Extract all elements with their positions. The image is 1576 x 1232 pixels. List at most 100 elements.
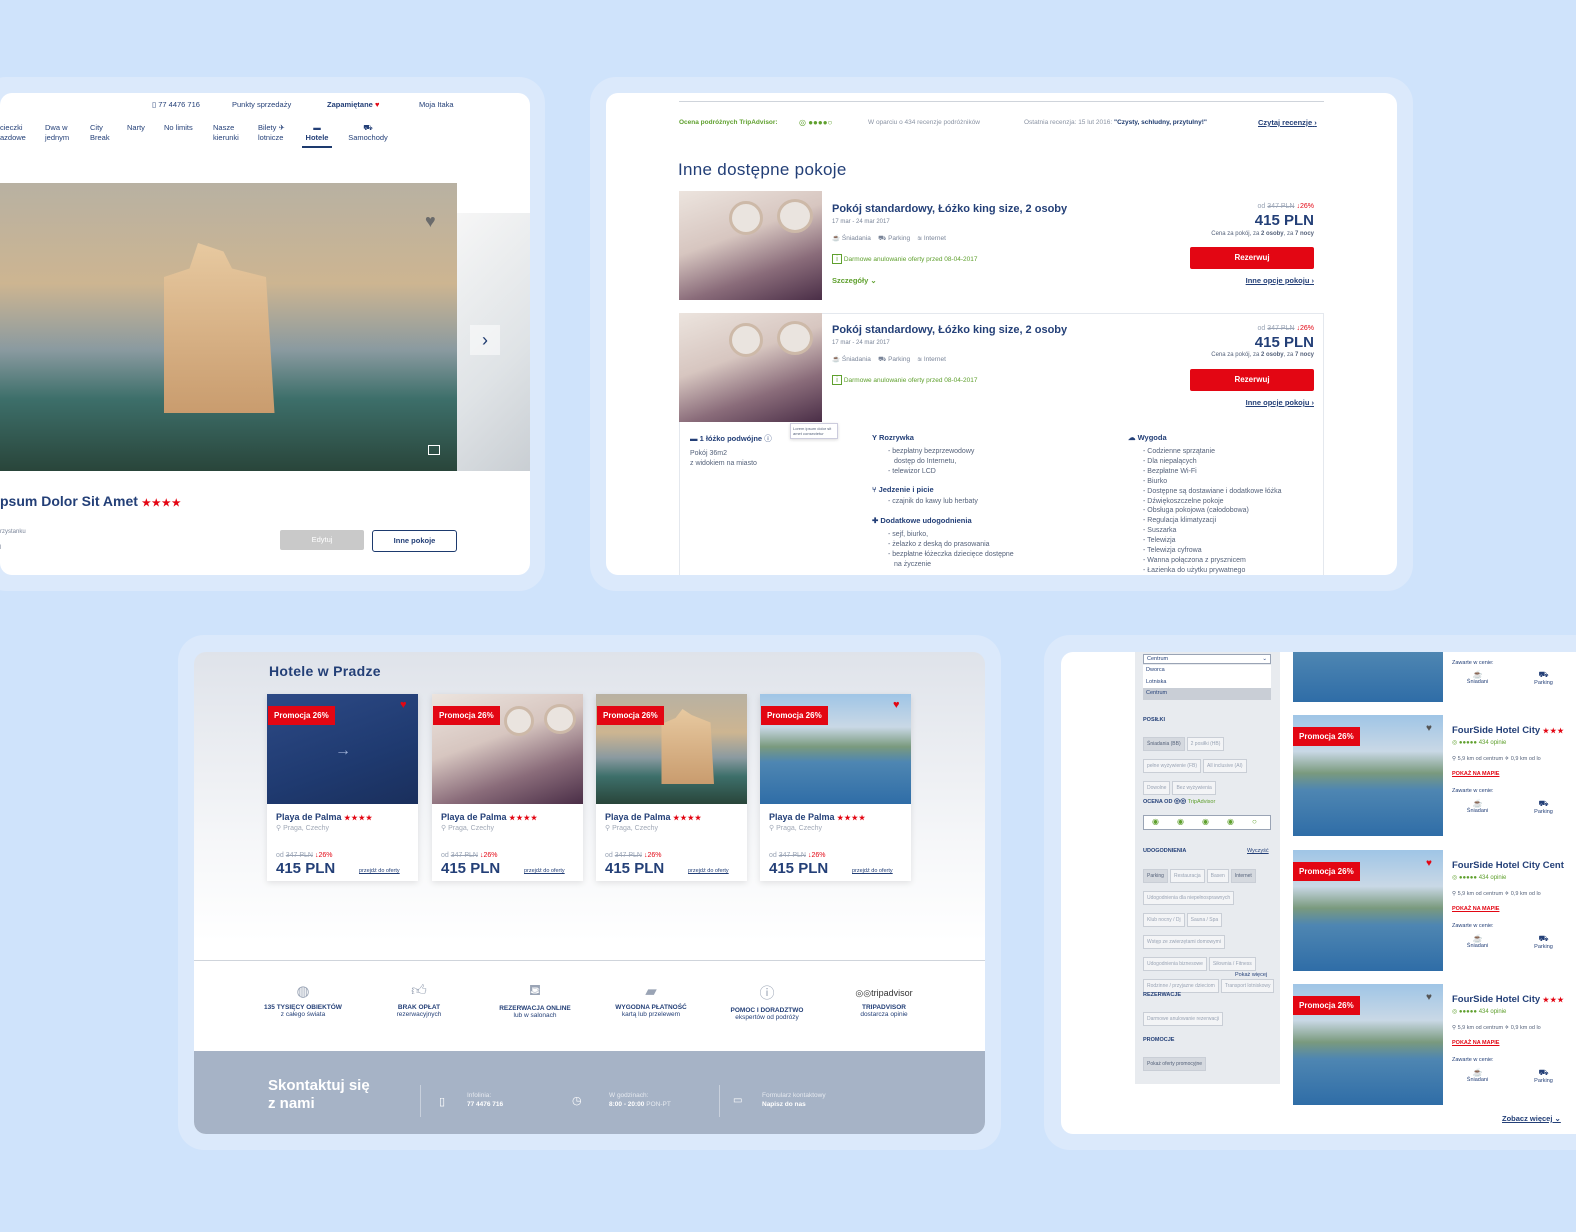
topnav-sales-points[interactable]: Punkty sprzedaży [232, 100, 291, 109]
chip[interactable]: Restauracja [1169, 869, 1205, 883]
chip[interactable]: Pokaż oferty promocyjne [1143, 1057, 1207, 1071]
see-more-link[interactable]: Zobacz więcej ⌄ [1502, 1114, 1561, 1123]
favorite-heart-icon[interactable]: ♥ [425, 211, 436, 232]
chip[interactable]: Śniadania (BB) [1143, 737, 1185, 751]
hotel-price: 415 PLN [605, 860, 665, 877]
hotel-tile[interactable]: → Promocja 26% ♥ Playa de Palma ★★★★ ⚲ P… [267, 694, 418, 881]
chip[interactable]: Sauna / Spa [1186, 913, 1223, 927]
other-options-link[interactable]: Inne opcje pokoju › [1196, 276, 1314, 285]
offer-link[interactable]: przejdź do oferty [852, 868, 893, 874]
option[interactable]: Lotniska [1143, 676, 1271, 688]
chip[interactable]: Basen [1206, 869, 1229, 883]
menu-item-destinations[interactable]: Nasze kierunki [213, 123, 239, 143]
feature-title: REZERWACJA ONLINE [499, 1005, 571, 1012]
chip[interactable]: Bez wyżywienia [1172, 781, 1216, 795]
hotline[interactable]: Infolinia: 77 4476 716 [467, 1091, 503, 1109]
show-on-map-link[interactable]: POKAŻ NA MAPIE [1452, 906, 1499, 912]
show-on-map-link[interactable]: POKAŻ NA MAPIE [1452, 1040, 1499, 1046]
option[interactable]: Dworca [1143, 665, 1271, 677]
menu-item-no-limits[interactable]: No limits [164, 123, 193, 133]
card-city-hotels: Hotele w Pradze → Promocja 26% ♥ Playa d… [194, 652, 985, 1134]
heart-icon[interactable]: ♥ [1426, 992, 1432, 1003]
feature-label: Śniadania [841, 356, 871, 363]
hotel-tile[interactable]: Promocja 26% Playa de Palma ★★★★ ⚲ Praga… [596, 694, 747, 881]
contact-form[interactable]: Formularz kontaktowy Napisz do nas [762, 1091, 826, 1109]
chip[interactable]: Rodzinne / przyjazne dzieciom [1143, 979, 1219, 993]
rating-dot[interactable]: ◉ [1177, 817, 1184, 826]
chip[interactable]: 2 posiłki (HB) [1186, 737, 1225, 751]
rating-dot[interactable]: ◉ [1202, 817, 1209, 826]
phone-link[interactable]: ▯ 77 4476 716 [152, 100, 200, 109]
note-part: 7 nocy [1294, 352, 1314, 358]
edit-button[interactable]: Edytuj [280, 530, 364, 550]
chip[interactable]: All inclusive (AI) [1203, 759, 1247, 773]
list-item: - Telewizja cyfrowa [1143, 547, 1202, 555]
offer-link[interactable]: przejdź do oferty [524, 868, 565, 874]
menu-item-cars[interactable]: ⛟ Samochody [347, 123, 389, 143]
menu-item-ski[interactable]: Narty [127, 123, 145, 133]
hotel-tile[interactable]: Promocja 26% Playa de Palma ★★★★ ⚲ Praga… [432, 694, 583, 881]
chip[interactable]: pełne wyżywienie (FB) [1143, 759, 1202, 773]
plane-icon: ✈ [278, 123, 285, 132]
rating-dot[interactable]: ◉ [1152, 817, 1159, 826]
offer-link[interactable]: przejdź do oferty [688, 868, 729, 874]
food-label: Jedzenie i picie [878, 485, 934, 494]
car-icon: ⛟ [363, 123, 373, 132]
details-label: Szczegóły [832, 276, 869, 285]
heart-icon[interactable]: ♥ [400, 699, 407, 711]
bed-icon: ▬ [690, 434, 698, 443]
distance-center: 5,9 km od centrum [1457, 756, 1504, 762]
chevron-right-icon: › [1314, 118, 1317, 127]
hotel-tile[interactable]: Promocja 26% ♥ Playa de Palma ★★★★ ⚲ Pra… [760, 694, 911, 881]
gallery-next-arrow-icon[interactable]: › [470, 325, 500, 355]
menu-item-excursions[interactable]: cieczki azdowe [0, 123, 26, 143]
feature-label: Parking [888, 356, 911, 363]
chip[interactable]: Udogodnienia biznesowe [1143, 957, 1207, 971]
chip[interactable]: Udogodnienia dla niepełnosprawnych [1143, 891, 1235, 905]
from-label: od [769, 852, 777, 859]
rating-dot[interactable]: ○ [1252, 817, 1257, 826]
book-button[interactable]: Rezerwuj [1190, 247, 1314, 269]
book-button[interactable]: Rezerwuj [1190, 369, 1314, 391]
chip[interactable]: Wstęp ze zwierzętami domowymi [1143, 935, 1225, 949]
gallery-icon[interactable] [428, 445, 440, 455]
note-part: 2 osoby [1260, 352, 1284, 358]
offer-link[interactable]: przejdź do oferty [359, 868, 400, 874]
details-toggle[interactable]: Szczegóły ⌄ [832, 276, 877, 285]
topnav-my-account[interactable]: Moja Itaka [419, 100, 454, 109]
heart-icon: ♥ [374, 100, 380, 109]
hotel-title: psum Dolor Sit Amet ★★★★ [0, 493, 182, 509]
chip[interactable]: Parking [1143, 869, 1168, 883]
menu-item-hotels[interactable]: ▬ Hotele [302, 123, 332, 148]
chip[interactable]: Darmowe anulowanie rezerwacji [1143, 1012, 1223, 1026]
menu-item-flights[interactable]: Bilety ✈ lotnicze [258, 123, 285, 143]
option-selected[interactable]: Centrum [1143, 688, 1271, 700]
menu-item-two-in-one[interactable]: Dwa w jednym [45, 123, 69, 143]
result-row[interactable]: Promocja 26% ♥ FourSide Hotel City ★★★ ◎… [1293, 984, 1576, 1105]
rating-filter[interactable]: ◉ ◉ ◉ ◉ ○ [1143, 815, 1271, 830]
menu-item-city-break[interactable]: City Break [90, 123, 110, 143]
chip[interactable]: Klub nocny / Dj [1143, 913, 1185, 927]
heart-icon[interactable]: ♥ [1426, 858, 1432, 869]
rating-dot[interactable]: ◉ [1227, 817, 1234, 826]
location-select[interactable]: Centrum ⌄ [1143, 654, 1271, 664]
other-options-link[interactable]: Inne opcje pokoju › [1196, 398, 1314, 407]
result-row[interactable]: Promocja 26% ♥ FourSide Hotel City Cent … [1293, 850, 1576, 971]
clear-link[interactable]: Wyczyść [1247, 848, 1269, 854]
read-reviews-label: Czytaj recenzje [1258, 118, 1313, 127]
heart-icon[interactable]: ♥ [1426, 723, 1432, 734]
chip[interactable]: Dowolne [1143, 781, 1171, 795]
info-circle-icon[interactable]: ⓘ [764, 434, 772, 443]
chip[interactable]: Transport lotniskowy [1220, 979, 1275, 993]
topnav-saved[interactable]: Zapamiętane ♥ [327, 100, 379, 109]
chip[interactable]: Internet [1230, 869, 1256, 883]
show-on-map-link[interactable]: POKAŻ NA MAPIE [1452, 771, 1499, 777]
other-rooms-button[interactable]: Inne pokoje [372, 530, 457, 552]
read-reviews-link[interactable]: Czytaj recenzje › [1258, 118, 1317, 127]
wall-art [729, 323, 763, 357]
heart-icon[interactable]: ♥ [893, 699, 900, 711]
result-row[interactable]: Promocja 26% ♥ FourSide Hotel City ★★★ ◎… [1293, 715, 1576, 836]
show-more-link[interactable]: Pokaż więcej [1235, 972, 1267, 978]
chip[interactable]: Siłownia / Fitness [1208, 957, 1256, 971]
hotel-building-shape [164, 243, 275, 413]
